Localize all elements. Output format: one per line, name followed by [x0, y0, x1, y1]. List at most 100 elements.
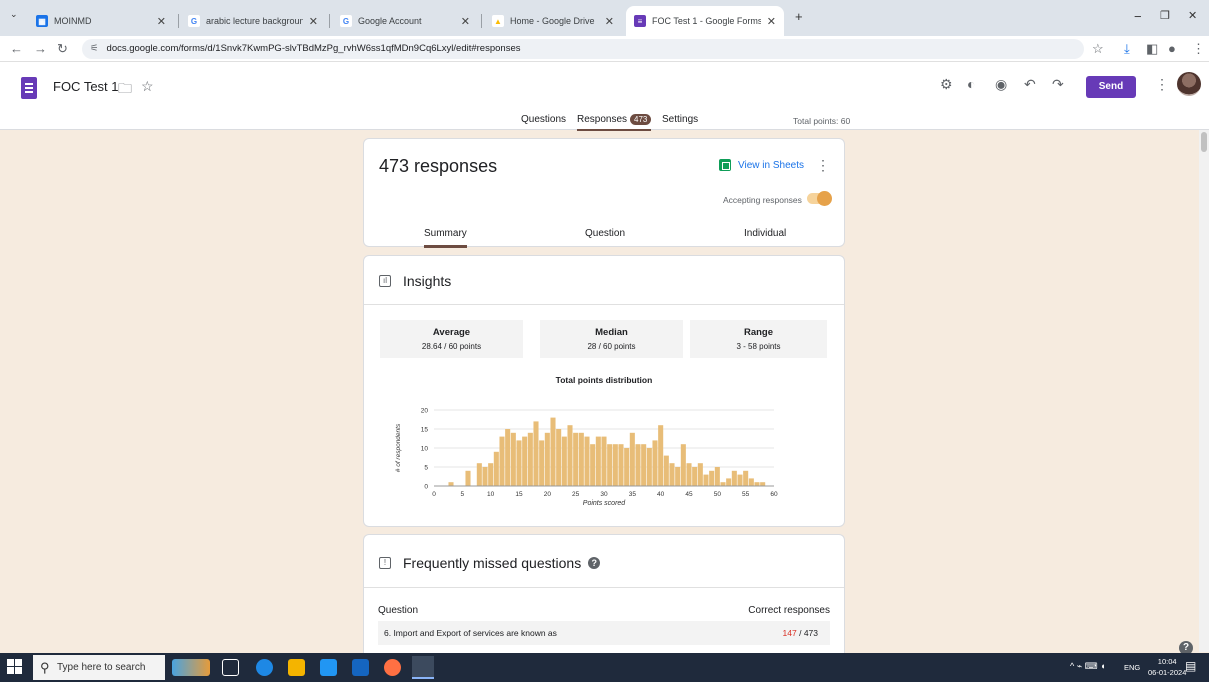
- profile-icon[interactable]: ●: [1168, 41, 1176, 56]
- send-button[interactable]: Send: [1086, 76, 1136, 98]
- google-icon: G: [340, 15, 352, 27]
- histogram-bar: [731, 470, 737, 486]
- microsoft-store-icon[interactable]: [320, 659, 337, 676]
- mail-icon[interactable]: [352, 659, 369, 676]
- histogram-bar: [488, 463, 494, 486]
- histogram-bar: [652, 440, 658, 486]
- tab-search-icon[interactable]: ⌄: [10, 9, 18, 20]
- app-icon: ▦: [36, 15, 48, 27]
- google-forms-logo-icon[interactable]: [21, 77, 37, 99]
- close-tab-icon[interactable]: ✕: [605, 15, 614, 28]
- histogram-bar: [618, 444, 624, 486]
- redo-icon[interactable]: ↷: [1052, 76, 1064, 93]
- forms-header: FOC Test 1 🗀 ☆ ⚙ ◐ ◉ ↶ ↷ Send ⋮ Question…: [0, 62, 1209, 131]
- clock[interactable]: 10:04 06-01-2024: [1148, 656, 1186, 678]
- taskbar-search-input[interactable]: Type here to search: [33, 655, 165, 680]
- page-scrollbar[interactable]: [1199, 130, 1209, 652]
- y-tick-label: 0: [424, 484, 428, 491]
- browser-tab[interactable]: ▦ MOINMD ✕: [28, 6, 174, 36]
- histogram-bar: [754, 482, 760, 486]
- histogram-bar: [624, 448, 630, 486]
- table-row[interactable]: 6. Import and Export of services are kno…: [378, 621, 830, 645]
- reload-icon[interactable]: ↻: [57, 41, 68, 57]
- notifications-icon[interactable]: ▤: [1185, 659, 1196, 673]
- x-tick-label: 15: [515, 491, 523, 498]
- add-ons-icon[interactable]: ⚙: [940, 76, 953, 93]
- edge-browser-icon[interactable]: [256, 659, 273, 676]
- divider: [364, 587, 844, 588]
- histogram-bar: [720, 482, 726, 486]
- histogram-bar: [510, 432, 516, 486]
- close-tab-icon[interactable]: ✕: [767, 15, 776, 28]
- accepting-responses-toggle[interactable]: [807, 191, 832, 206]
- more-options-icon[interactable]: ⋮: [816, 157, 830, 174]
- chrome-icon[interactable]: [412, 656, 434, 679]
- tab-settings[interactable]: Settings: [662, 114, 698, 125]
- tab-divider: [329, 14, 330, 28]
- histogram-bar: [669, 463, 675, 486]
- points-distribution-chart: 0 5 10 15 20 0 5 10 15 20 25 30 35 40 45 50 55 60 Points s…: [395, 408, 778, 508]
- browser-menu-icon[interactable]: ⋮: [1192, 41, 1205, 57]
- form-title[interactable]: FOC Test 1: [53, 79, 119, 94]
- side-panel-icon[interactable]: ◧: [1146, 41, 1158, 57]
- browser-tab[interactable]: ▲ Home - Google Drive ✕: [484, 6, 622, 36]
- minimize-icon[interactable]: −: [1134, 9, 1142, 24]
- browser-tab[interactable]: G Google Account ✕: [332, 6, 478, 36]
- tab-summary[interactable]: Summary: [424, 228, 467, 248]
- close-tab-icon[interactable]: ✕: [461, 15, 470, 28]
- language-indicator[interactable]: ENG: [1124, 663, 1140, 672]
- browser-tab-strip: ⌄ ▦ MOINMD ✕ G arabic lecture background…: [0, 0, 1209, 36]
- histogram-bar: [550, 417, 556, 486]
- x-tick-label: 55: [742, 491, 750, 498]
- tab-question[interactable]: Question: [585, 228, 625, 239]
- correct-column-header: Correct responses: [748, 605, 830, 616]
- histogram-bar: [658, 425, 664, 486]
- histogram-bar: [476, 463, 482, 486]
- customize-theme-icon[interactable]: ◐: [967, 76, 975, 92]
- windows-start-icon[interactable]: [7, 659, 22, 674]
- preview-eye-icon[interactable]: ◉: [995, 76, 1007, 93]
- browser-tab[interactable]: G arabic lecture background imag ✕: [180, 6, 326, 36]
- x-tick-label: 10: [487, 491, 495, 498]
- back-icon[interactable]: ←: [10, 41, 23, 56]
- close-window-icon[interactable]: ✕: [1188, 9, 1197, 22]
- star-icon[interactable]: ☆: [141, 78, 154, 95]
- url-field[interactable]: ⚟ docs.google.com/forms/d/1Snvk7KwmPG-slv…: [82, 39, 1084, 59]
- avatar[interactable]: [1177, 72, 1201, 96]
- histogram-bar: [635, 444, 641, 486]
- file-explorer-icon[interactable]: [288, 659, 305, 676]
- divider: [364, 304, 844, 305]
- close-tab-icon[interactable]: ✕: [157, 15, 166, 28]
- frequently-missed-card: ! Frequently missed questions ? Question…: [363, 534, 845, 654]
- x-tick-label: 35: [629, 491, 637, 498]
- tab-responses[interactable]: Responses 473: [577, 114, 652, 131]
- close-tab-icon[interactable]: ✕: [309, 15, 318, 28]
- tab-individual[interactable]: Individual: [744, 228, 786, 239]
- histogram-bar: [641, 444, 647, 486]
- help-icon[interactable]: ?: [588, 557, 601, 569]
- more-options-icon[interactable]: ⋮: [1155, 76, 1169, 93]
- tab-questions[interactable]: Questions: [521, 114, 566, 125]
- histogram-bar: [544, 432, 550, 486]
- task-view-icon[interactable]: [222, 659, 239, 676]
- maximize-icon[interactable]: ❐: [1160, 9, 1170, 22]
- browser-tab-active[interactable]: ≡ FOC Test 1 - Google Forms ✕: [626, 6, 784, 36]
- firefox-icon[interactable]: [384, 659, 401, 676]
- x-tick-label: 40: [657, 491, 665, 498]
- move-to-folder-icon[interactable]: 🗀: [118, 78, 132, 102]
- view-in-sheets-button[interactable]: View in Sheets: [719, 159, 804, 171]
- bookmark-star-icon[interactable]: ☆: [1092, 41, 1104, 57]
- site-info-icon[interactable]: ⚟: [90, 43, 99, 54]
- download-icon[interactable]: ⤓: [1124, 41, 1130, 57]
- widgets-icon[interactable]: [172, 659, 210, 676]
- undo-icon[interactable]: ↶: [1024, 76, 1036, 93]
- scrollbar-thumb[interactable]: [1201, 132, 1207, 152]
- new-tab-button[interactable]: +: [795, 9, 803, 24]
- forward-icon[interactable]: →: [34, 41, 47, 56]
- histogram-bar: [584, 436, 590, 486]
- y-tick-label: 20: [421, 408, 429, 415]
- tab-divider: [178, 14, 179, 28]
- histogram-bar: [726, 478, 732, 486]
- histogram-bar: [533, 421, 539, 486]
- system-tray-icons[interactable]: ^ ⌁ ⌨ ◖: [1070, 661, 1106, 672]
